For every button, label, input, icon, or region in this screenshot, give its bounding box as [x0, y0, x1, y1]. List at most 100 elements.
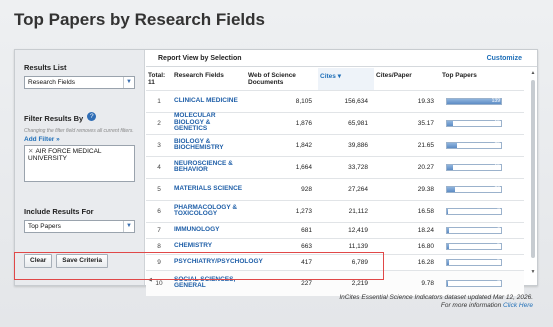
- include-results-value: Top Papers: [28, 223, 61, 230]
- top-papers-bar[interactable]: 5: [446, 258, 502, 266]
- top-papers-bar-fill: [447, 186, 455, 192]
- chevron-down-icon: ▼: [123, 221, 134, 232]
- research-field-link[interactable]: MOLECULAR BIOLOGY & GENETICS: [172, 111, 246, 134]
- cites-per-paper-cell: 20.27: [374, 155, 440, 178]
- top-papers-bar[interactable]: 139: [446, 97, 502, 105]
- total-header: Total: 11: [148, 72, 166, 86]
- top-papers-cell[interactable]: 6: [440, 221, 524, 238]
- documents-cell: 681: [246, 221, 318, 238]
- top-papers-bar[interactable]: 5: [446, 242, 502, 250]
- scroll-up-icon[interactable]: ▲: [530, 70, 536, 76]
- top-papers-cell[interactable]: 25: [440, 133, 524, 156]
- scroll-down-icon[interactable]: ▼: [530, 269, 536, 275]
- vertical-scrollbar[interactable]: ▲ ▼: [530, 70, 536, 275]
- research-field-link[interactable]: PSYCHIATRY/PSYCHOLOGY: [172, 253, 263, 270]
- research-field-link[interactable]: BIOLOGY & BIOCHEMISTRY: [172, 133, 246, 156]
- top-papers-bar-fill: [447, 142, 457, 148]
- top-papers-bar-fill: [447, 120, 453, 126]
- table-row[interactable]: 5 MATERIALS SCIENCE 928 27,264 29.38 20: [146, 177, 524, 200]
- cites-header[interactable]: Cites ▾: [318, 68, 374, 90]
- top-papers-cell[interactable]: 3: [440, 199, 524, 222]
- top-papers-bar[interactable]: 15: [446, 119, 502, 127]
- top-papers-value: 25: [494, 141, 500, 148]
- active-filters-box: ✕ AIR FORCE MEDICAL UNIVERSITY: [24, 145, 135, 182]
- research-field-link[interactable]: PHARMACOLOGY & TOXICOLOGY: [172, 199, 246, 222]
- top-papers-bar[interactable]: 25: [446, 141, 502, 149]
- scroll-left-icon[interactable]: ◀: [148, 277, 152, 283]
- chevron-down-icon: ▼: [123, 77, 134, 88]
- cites-per-paper-cell: 21.65: [374, 133, 440, 156]
- click-here-link[interactable]: Click Here: [503, 302, 533, 309]
- top-papers-value: 15: [494, 163, 500, 170]
- cites-cell: 27,264: [318, 177, 374, 200]
- rank-cell: 6: [146, 199, 172, 222]
- top-papers-bar[interactable]: 6: [446, 226, 502, 234]
- cites-per-paper-cell: 35.17: [374, 111, 440, 134]
- cites-cell: 65,981: [318, 111, 374, 134]
- cites-per-paper-cell: 19.33: [374, 89, 440, 112]
- top-papers-header[interactable]: Top Papers: [440, 68, 524, 90]
- rank-cell: 2: [146, 111, 172, 134]
- rank-cell: 8: [146, 237, 172, 254]
- cites-cell: 11,139: [318, 237, 374, 254]
- horizontal-scrollbar[interactable]: ◀: [146, 277, 534, 284]
- top-papers-cell[interactable]: 139: [440, 89, 524, 112]
- include-results-select[interactable]: Top Papers ▼: [24, 220, 135, 233]
- documents-cell: 928: [246, 177, 318, 200]
- research-field-link[interactable]: NEUROSCIENCE & BEHAVIOR: [172, 155, 246, 178]
- remove-filter-icon[interactable]: ✕: [28, 148, 33, 155]
- clear-button[interactable]: Clear: [24, 254, 53, 268]
- table-row[interactable]: 9 PSYCHIATRY/PSYCHOLOGY 417 6,789 16.28 5: [146, 253, 524, 270]
- top-papers-bar[interactable]: 15: [446, 163, 502, 171]
- table-header-row: Total: 11 Research Fields Web of Science…: [146, 68, 524, 90]
- page-title: Top Papers by Research Fields: [14, 10, 265, 29]
- table-row[interactable]: 2 MOLECULAR BIOLOGY & GENETICS 1,876 65,981…: [146, 111, 524, 134]
- table-row[interactable]: 6 PHARMACOLOGY & TOXICOLOGY 1,273 21,112 16.…: [146, 199, 524, 222]
- report-header: Report View by Selection Customize: [146, 50, 537, 67]
- research-field-link[interactable]: MATERIALS SCIENCE: [172, 177, 246, 200]
- customize-link[interactable]: Customize: [487, 55, 522, 62]
- top-papers-bar[interactable]: 20: [446, 185, 502, 193]
- top-papers-value: 5: [497, 242, 500, 249]
- top-papers-cell[interactable]: 15: [440, 155, 524, 178]
- table-row[interactable]: 8 CHEMISTRY 663 11,139 16.80 5: [146, 237, 524, 254]
- top-papers-cell[interactable]: 5: [440, 253, 524, 270]
- top-papers-bar[interactable]: 3: [446, 207, 502, 215]
- rank-cell: 4: [146, 155, 172, 178]
- table-row[interactable]: 3 BIOLOGY & BIOCHEMISTRY 1,842 39,886 21.65 2…: [146, 133, 524, 156]
- results-list-value: Research Fields: [28, 79, 75, 86]
- help-icon[interactable]: ?: [87, 112, 97, 122]
- add-filter-link[interactable]: Add Filter »: [24, 136, 135, 143]
- research-field-link[interactable]: CHEMISTRY: [172, 237, 246, 254]
- cites-per-paper-header[interactable]: Cites/Paper: [374, 68, 440, 90]
- save-criteria-button[interactable]: Save Criteria: [56, 254, 109, 268]
- cites-cell: 156,634: [318, 89, 374, 112]
- top-papers-cell[interactable]: 15: [440, 111, 524, 134]
- filter-sidebar: Results List Research Fields ▼ Filter Re…: [15, 50, 145, 285]
- documents-header[interactable]: Web of Science Documents: [246, 68, 318, 90]
- results-panel: Results List Research Fields ▼ Filter Re…: [14, 49, 538, 296]
- table-row[interactable]: 4 NEUROSCIENCE & BEHAVIOR 1,664 33,728 20.27…: [146, 155, 524, 178]
- research-field-link[interactable]: IMMUNOLOGY: [172, 221, 246, 238]
- results-table-container: Total: 11 Research Fields Web of Science…: [146, 68, 536, 296]
- top-papers-value: 20: [494, 185, 500, 192]
- top-papers-value: 15: [494, 119, 500, 126]
- results-list-label: Results List: [24, 63, 67, 72]
- documents-cell: 663: [246, 237, 318, 254]
- top-papers-cell[interactable]: 5: [440, 237, 524, 254]
- table-row[interactable]: 1 CLINICAL MEDICINE 8,105 156,634 19.33 139: [146, 89, 524, 112]
- research-fields-header[interactable]: Research Fields: [172, 68, 246, 90]
- results-table: Total: 11 Research Fields Web of Science…: [146, 68, 524, 296]
- top-papers-value: 5: [497, 258, 500, 265]
- scrollbar-thumb[interactable]: [531, 80, 535, 258]
- sort-desc-icon: ▾: [337, 73, 341, 80]
- top-papers-value: 3: [497, 207, 500, 214]
- filter-chip-label: AIR FORCE MEDICAL UNIVERSITY: [28, 148, 102, 162]
- results-list-select[interactable]: Research Fields ▼: [24, 76, 135, 89]
- include-results-label: Include Results For: [24, 207, 94, 216]
- table-row[interactable]: 7 IMMUNOLOGY 681 12,419 18.24 6: [146, 221, 524, 238]
- top-papers-cell[interactable]: 20: [440, 177, 524, 200]
- top-papers-bar-fill: [447, 227, 450, 233]
- cites-per-paper-cell: 16.80: [374, 237, 440, 254]
- research-field-link[interactable]: CLINICAL MEDICINE: [172, 89, 246, 112]
